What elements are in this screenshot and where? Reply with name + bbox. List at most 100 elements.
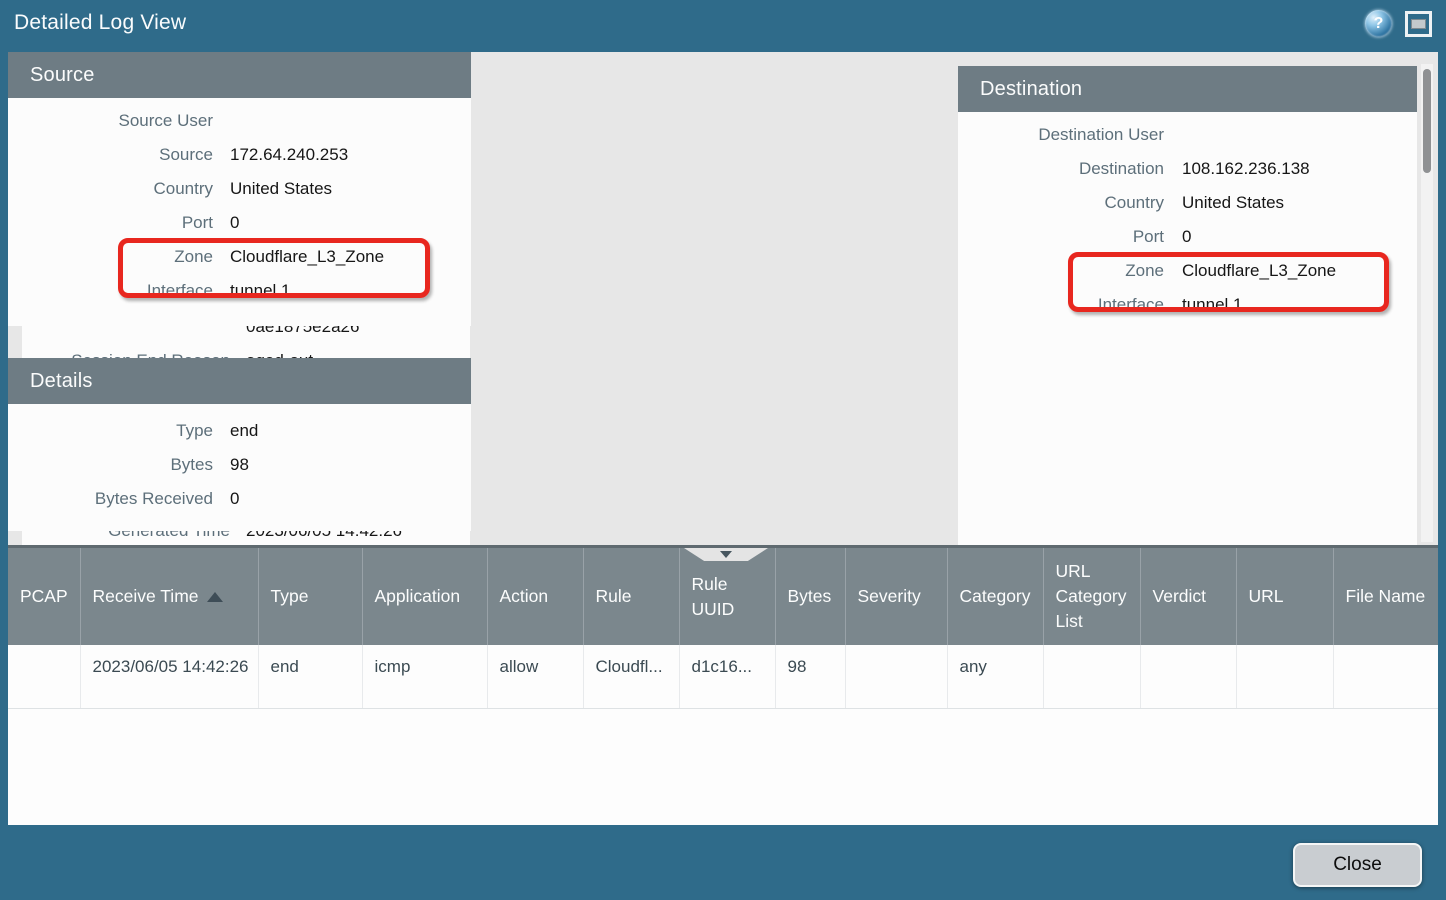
column-header-action[interactable]: Action	[487, 548, 583, 645]
cell-pcap	[8, 645, 80, 708]
field-value: 108.162.236.138	[1182, 158, 1417, 180]
field-row: Port 0	[958, 226, 1417, 248]
table-header-row: PCAP Receive Time Type Application Actio…	[8, 548, 1438, 645]
field-value: Cloudflare_L3_Zone	[1182, 260, 1417, 282]
field-row: Source User	[8, 110, 471, 132]
column-header-bytes[interactable]: Bytes	[775, 548, 845, 645]
log-table: PCAP Receive Time Type Application Actio…	[8, 548, 1438, 709]
source-highlighted-rows: Zone Cloudflare_L3_Zone Interface tunnel…	[8, 246, 471, 302]
cell-url	[1236, 645, 1333, 708]
field-row: Zone Cloudflare_L3_Zone	[958, 260, 1417, 282]
cell-type: end	[258, 645, 362, 708]
field-value: Cloudflare_L3_Zone	[230, 246, 471, 268]
field-value: 0	[230, 488, 471, 510]
title-bar-icons: ?	[1365, 10, 1432, 37]
column-header-url[interactable]: URL	[1236, 548, 1333, 645]
source-details-column: Source Source User Source 172.64.240.253	[8, 52, 471, 531]
window-restore-icon-inner	[1411, 19, 1426, 29]
field-value: United States	[1182, 192, 1417, 214]
column-header-rule-uuid[interactable]: Rule UUID	[679, 548, 775, 645]
cell-url-category-list	[1043, 645, 1140, 708]
column-header-category[interactable]: Category	[947, 548, 1043, 645]
field-row: Port 0	[8, 212, 471, 234]
field-row: Interface tunnel.1	[958, 294, 1417, 316]
cell-receive-time: 2023/06/05 14:42:26	[80, 645, 258, 708]
source-panel: Source Source User Source 172.64.240.253	[8, 52, 471, 326]
field-value: United States	[230, 178, 471, 200]
details-panel-body: Type end Bytes 98 Bytes Received 0	[8, 404, 471, 531]
destination-plain-rows: Destination User Destination 108.162.236…	[958, 124, 1417, 248]
cell-rule: Cloudfl...	[583, 645, 679, 708]
field-label: Destination	[958, 158, 1164, 180]
log-detail-panels-region: General Session ID 124632 Action allow A…	[8, 52, 1438, 545]
cell-application: icmp	[362, 645, 487, 708]
details-panel: Details Type end Bytes 98 Bytes Received	[8, 358, 471, 531]
field-label: Interface	[8, 280, 213, 302]
column-header-verdict[interactable]: Verdict	[1140, 548, 1236, 645]
field-label: Zone	[8, 246, 213, 268]
field-value: 172.64.240.253	[230, 144, 471, 166]
field-value: 0	[1182, 226, 1417, 248]
field-value: tunnel.1	[1182, 294, 1417, 316]
column-header-receive-time[interactable]: Receive Time	[80, 548, 258, 645]
log-table-row[interactable]: 2023/06/05 14:42:26 end icmp allow Cloud…	[8, 645, 1438, 708]
field-row: Zone Cloudflare_L3_Zone	[8, 246, 471, 268]
cell-bytes: 98	[775, 645, 845, 708]
field-row: Bytes Received 0	[8, 488, 471, 510]
field-label: Zone	[958, 260, 1164, 282]
field-label: Country	[958, 192, 1164, 214]
destination-highlighted-rows: Zone Cloudflare_L3_Zone Interface tunnel…	[958, 260, 1417, 316]
vertical-scrollbar-track[interactable]	[1421, 64, 1433, 542]
source-plain-rows: Source User Source 172.64.240.253 Countr…	[8, 110, 471, 234]
destination-panel-body: Destination User Destination 108.162.236…	[958, 112, 1417, 545]
column-header-type[interactable]: Type	[258, 548, 362, 645]
cell-file-name	[1333, 645, 1438, 708]
field-row: Source 172.64.240.253	[8, 144, 471, 166]
cell-action: allow	[487, 645, 583, 708]
close-button[interactable]: Close	[1293, 843, 1422, 887]
field-value: 0	[230, 212, 471, 234]
column-header-url-category-list[interactable]: URL Category List	[1043, 548, 1140, 645]
source-panel-header: Source	[8, 52, 471, 98]
field-label: Source User	[8, 110, 213, 132]
cell-rule-uuid: d1c16...	[679, 645, 775, 708]
chevron-down-icon	[720, 551, 732, 558]
window-restore-icon[interactable]	[1405, 11, 1432, 37]
field-value: end	[230, 420, 471, 442]
field-label: Port	[8, 212, 213, 234]
field-row: Destination 108.162.236.138	[958, 158, 1417, 180]
destination-panel: Destination Destination User Destination…	[958, 66, 1417, 545]
field-label: Interface	[958, 294, 1164, 316]
field-label: Type	[8, 420, 213, 442]
column-header-file-name[interactable]: File Name	[1333, 548, 1438, 645]
field-label: Bytes	[8, 454, 213, 476]
field-value	[1182, 124, 1417, 146]
field-row: Destination User	[958, 124, 1417, 146]
field-row: Country United States	[8, 178, 471, 200]
source-zone-interface-highlight: Zone Cloudflare_L3_Zone Interface tunnel…	[8, 246, 471, 302]
vertical-scrollbar-thumb[interactable]	[1423, 69, 1431, 173]
field-label: Country	[8, 178, 213, 200]
column-header-label: Receive Time	[93, 586, 199, 606]
field-label: Bytes Received	[8, 488, 213, 510]
field-row: Bytes 98	[8, 454, 471, 476]
column-header-rule[interactable]: Rule	[583, 548, 679, 645]
field-label: Source	[8, 144, 213, 166]
field-value: 98	[230, 454, 471, 476]
column-header-pcap[interactable]: PCAP	[8, 548, 80, 645]
cell-severity	[845, 645, 947, 708]
field-label: Port	[958, 226, 1164, 248]
column-header-application[interactable]: Application	[362, 548, 487, 645]
page-title: Detailed Log View	[0, 11, 186, 35]
details-panel-header: Details	[8, 358, 471, 404]
source-panel-body: Source User Source 172.64.240.253 Countr…	[8, 98, 471, 326]
field-value: tunnel.1	[230, 280, 471, 302]
sort-ascending-icon	[207, 592, 223, 602]
column-header-severity[interactable]: Severity	[845, 548, 947, 645]
field-row: Interface tunnel.1	[8, 280, 471, 302]
dialog-title-bar: Detailed Log View ?	[0, 0, 1446, 46]
field-row: Country United States	[958, 192, 1417, 214]
log-table-region: PCAP Receive Time Type Application Actio…	[8, 545, 1438, 825]
field-value	[230, 110, 471, 132]
help-icon[interactable]: ?	[1365, 10, 1392, 37]
